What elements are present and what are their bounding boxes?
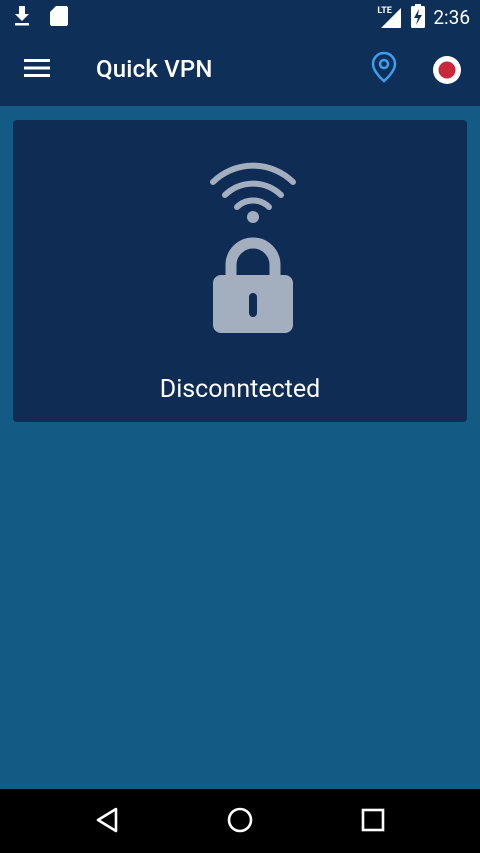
wifi-icon <box>206 160 300 230</box>
location-button[interactable] <box>368 51 400 87</box>
download-icon <box>12 5 32 31</box>
status-left-icons <box>12 5 68 31</box>
home-icon <box>226 806 254 838</box>
app-title: Quick VPN <box>96 55 213 83</box>
status-time: 2:36 <box>433 6 470 29</box>
back-icon <box>94 806 120 838</box>
status-bar: LTE 2:36 <box>0 0 480 33</box>
app-bar: Quick VPN <box>0 33 480 106</box>
main-content: Disconntected <box>0 106 480 789</box>
recents-icon <box>360 807 386 837</box>
connection-card[interactable]: Disconntected <box>13 120 467 422</box>
home-button[interactable] <box>223 805 257 839</box>
hamburger-menu-icon <box>24 58 50 82</box>
record-button[interactable] <box>430 53 464 87</box>
status-right-icons: LTE 2:36 <box>377 4 470 32</box>
navigation-bar <box>0 789 480 853</box>
lte-signal-icon: LTE <box>377 6 403 30</box>
recents-button[interactable] <box>356 805 390 839</box>
back-button[interactable] <box>90 805 124 839</box>
sd-card-icon <box>50 5 68 31</box>
location-pin-icon <box>371 51 397 87</box>
record-icon <box>430 56 464 91</box>
connection-status-text: Disconntected <box>159 375 321 404</box>
menu-button[interactable] <box>20 53 54 87</box>
lock-icon <box>211 237 295 337</box>
battery-charging-icon <box>411 4 426 32</box>
